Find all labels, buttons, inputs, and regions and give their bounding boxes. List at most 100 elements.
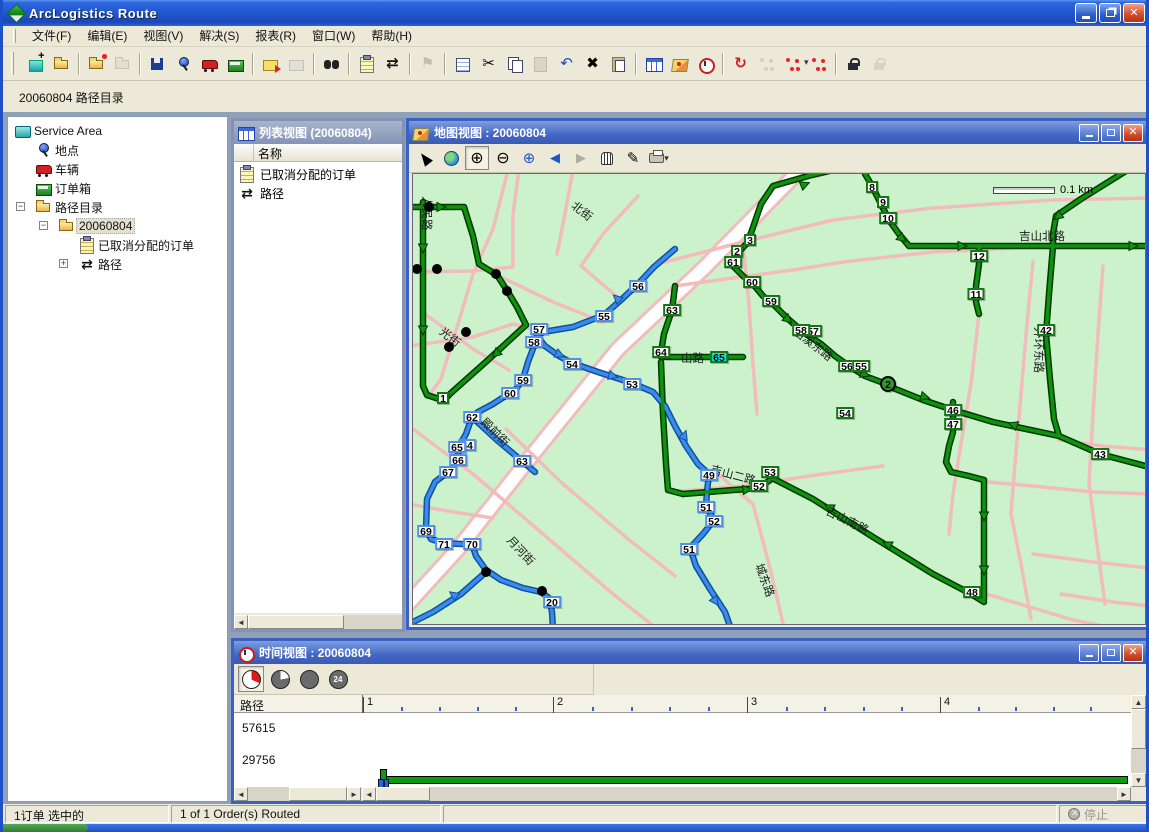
route-gantt-bar[interactable] (386, 776, 1128, 784)
paste-button[interactable] (528, 51, 553, 76)
unassigned-stop-dot[interactable] (412, 264, 422, 274)
map-stop-marker[interactable]: 12 (970, 250, 988, 262)
map-stop-marker[interactable]: 71 (435, 538, 453, 550)
unassign-stops-button[interactable] (806, 51, 831, 76)
zoom-out-tool[interactable]: ⊖ (491, 146, 515, 170)
route-tools-button[interactable] (780, 51, 805, 76)
unassigned-stop-dot[interactable] (502, 286, 512, 296)
scale-12-hours-button[interactable] (296, 666, 322, 692)
sequence-route-button[interactable] (754, 51, 779, 76)
map-canvas[interactable]: 北街人民路光街山路招溪东路吉山北路外环东路吉山南路吉山二路月河街城东路殿前街 5… (412, 173, 1146, 625)
map-stop-marker[interactable]: 46 (944, 404, 962, 416)
map-stop-marker[interactable]: 52 (705, 515, 723, 527)
scale-24-hours-button[interactable]: 24 (325, 666, 351, 692)
map-stop-marker[interactable]: 3 (744, 234, 756, 246)
route-row-label[interactable]: 57615 (242, 721, 275, 735)
map-stop-marker[interactable]: 11 (967, 288, 984, 300)
start-button[interactable] (0, 824, 88, 832)
map-stop-marker[interactable]: 59 (762, 295, 780, 307)
back-tool[interactable]: ◀ (543, 146, 567, 170)
map-stop-marker[interactable]: 65 (448, 441, 466, 453)
tree-item-[interactable]: 车辆 (35, 160, 81, 178)
map-stop-marker[interactable]: 58 (525, 336, 543, 348)
map-stop-marker[interactable]: 9 (877, 196, 889, 208)
new-folder-button[interactable] (84, 51, 109, 76)
map-stop-marker[interactable]: 60 (743, 276, 761, 288)
stop-button[interactable]: 停止 (1059, 805, 1147, 823)
time-left-scrollbar[interactable]: ◄► (234, 787, 361, 801)
tree-expander-collapse[interactable]: − (16, 202, 25, 211)
menu-e-item[interactable]: 编辑(E) (79, 27, 135, 45)
list-horizontal-scrollbar[interactable]: ◄ (234, 615, 402, 629)
map-stop-marker[interactable]: 57 (530, 323, 548, 335)
tree-item-[interactable]: 订单箱 (35, 179, 93, 197)
new-routing-folder-button[interactable] (23, 51, 48, 76)
unassigned-stop-dot[interactable] (481, 567, 491, 577)
map-stop-marker[interactable]: 67 (439, 466, 457, 478)
map-stop-marker[interactable]: 55 (595, 310, 613, 322)
list-column-blank[interactable] (234, 144, 254, 161)
zoom-full-extent-tool[interactable] (439, 146, 463, 170)
select-tool-tool[interactable] (413, 146, 437, 170)
orders-list-button[interactable] (354, 51, 379, 76)
cut-button[interactable]: ✂ (476, 51, 501, 76)
import-orders-button[interactable] (258, 51, 283, 76)
undo-button[interactable]: ↶ (554, 51, 579, 76)
map-stop-marker[interactable]: 61 (724, 256, 742, 268)
flag-button[interactable]: ⚑ (415, 51, 440, 76)
map-stop-marker[interactable]: 20 (543, 596, 561, 608)
map-stop-marker[interactable]: 63 (513, 455, 531, 467)
tree-item-20060804[interactable]: 20060804 (58, 217, 135, 235)
map-stop-marker[interactable]: 60 (501, 387, 519, 399)
menu-v-item[interactable]: 视图(V) (135, 27, 191, 45)
menu-f-item[interactable]: 文件(F) (24, 27, 79, 45)
map-stop-marker[interactable]: 53 (623, 378, 641, 390)
close-button[interactable]: ✕ (1123, 3, 1145, 23)
unassigned-stop-dot[interactable] (444, 342, 454, 352)
map-stop-marker[interactable]: 58 (792, 324, 810, 336)
map-stop-marker[interactable]: 64 (652, 346, 670, 358)
copy-folder-button[interactable] (110, 51, 135, 76)
map-stop-marker[interactable]: 56 (629, 280, 647, 292)
locations-button[interactable] (171, 51, 196, 76)
time-close-button[interactable]: ✕ (1123, 644, 1143, 662)
draw-tool[interactable]: ✎ (621, 146, 645, 170)
build-routes-button[interactable]: ↻ (728, 51, 753, 76)
menu-w-item[interactable]: 窗口(W) (304, 27, 363, 45)
tree-item-[interactable]: 已取消分配的订单 (78, 236, 196, 254)
scale-6-hours-button[interactable] (267, 666, 293, 692)
minimize-button[interactable] (1075, 3, 1097, 23)
time-axis-scrollbar[interactable]: ◄► (362, 787, 1131, 801)
map-stop-marker[interactable]: 51 (697, 501, 715, 513)
lock-button[interactable] (841, 51, 866, 76)
time-maximize-button[interactable] (1101, 644, 1121, 662)
map-stop-marker[interactable]: 42 (1037, 324, 1055, 336)
scale-3-hours-button[interactable] (238, 666, 264, 692)
properties-button[interactable] (450, 51, 475, 76)
map-stop-marker[interactable]: 62 (463, 411, 481, 423)
route-start-marker[interactable]: 2 (880, 376, 896, 392)
unassigned-stop-dot[interactable] (461, 327, 471, 337)
list-view-titlebar[interactable]: 列表视图 (20060804) (234, 121, 402, 144)
unassigned-stop-dot[interactable] (432, 264, 442, 274)
map-stop-marker[interactable]: 59 (514, 374, 532, 386)
map-stop-marker[interactable]: 43 (1091, 448, 1109, 460)
map-close-button[interactable]: ✕ (1123, 124, 1143, 142)
map-stop-marker[interactable]: 49 (700, 469, 718, 481)
routes-button[interactable]: ⇄ (380, 51, 405, 76)
tree-expander-expand[interactable]: + (59, 259, 68, 268)
map-stop-marker[interactable]: 70 (463, 538, 481, 550)
tree-item-[interactable]: ⇄路径 (78, 255, 124, 273)
map-stop-marker[interactable]: 48 (963, 586, 981, 598)
time-view-titlebar[interactable]: 时间视图 : 20060804 ✕ (234, 641, 1146, 664)
route-row-label[interactable]: 29756 (242, 753, 275, 767)
map-stop-marker[interactable]: 69 (417, 525, 435, 537)
tree-item-ServiceArea[interactable]: Service Area (14, 122, 104, 140)
list-row[interactable]: 已取消分配的订单 (234, 165, 356, 183)
map-stop-marker[interactable]: 53 (761, 466, 779, 478)
toolbar-grip[interactable] (11, 52, 14, 75)
time-view-button[interactable] (693, 51, 718, 76)
map-stop-marker[interactable]: 51 (680, 543, 698, 555)
restore-button[interactable] (1099, 3, 1121, 23)
time-minimize-button[interactable] (1079, 644, 1099, 662)
